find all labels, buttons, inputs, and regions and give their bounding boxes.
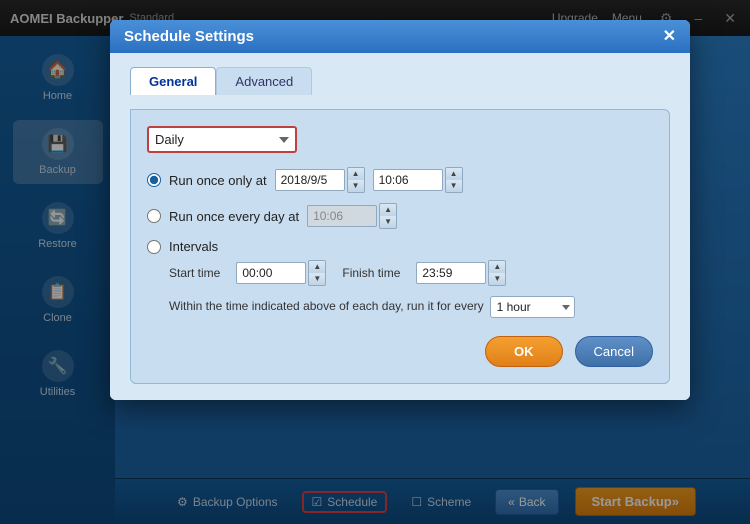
start-time-label: Start time xyxy=(169,266,220,280)
finish-time-up-button[interactable]: ▲ xyxy=(489,261,505,273)
dialog-tabs: General Advanced xyxy=(130,67,670,95)
tab-general[interactable]: General xyxy=(130,67,216,95)
dialog-footer: OK Cancel xyxy=(147,336,653,367)
start-time-up-button[interactable]: ▲ xyxy=(309,261,325,273)
time-up-button[interactable]: ▲ xyxy=(446,168,462,180)
intervals-radio[interactable] xyxy=(147,240,161,254)
run-once-radio[interactable] xyxy=(147,173,161,187)
dialog-title: Schedule Settings xyxy=(124,28,254,45)
start-time-spinner[interactable]: ▲ ▼ xyxy=(308,260,326,286)
app-background: AOMEI Backupper Standard Upgrade Menu ⚙ … xyxy=(0,0,750,524)
start-time-input[interactable] xyxy=(236,262,306,284)
intervals-row: Intervals Start time ▲ ▼ xyxy=(147,239,653,318)
start-time-group: ▲ ▼ xyxy=(236,260,326,286)
frequency-dropdown-row: Daily Weekly Monthly Once USB plug in Re… xyxy=(147,126,653,153)
intervals-section: Start time ▲ ▼ Finish time xyxy=(169,260,653,318)
daily-time-spinner: ▲ ▼ xyxy=(379,203,397,229)
finish-time-down-button[interactable]: ▼ xyxy=(489,273,505,285)
run-once-date-group: ▲ ▼ xyxy=(275,167,365,193)
start-time-down-button[interactable]: ▼ xyxy=(309,273,325,285)
finish-time-group: ▲ ▼ xyxy=(416,260,506,286)
schedule-radio-group: Run once only at ▲ ▼ ▲ xyxy=(147,167,653,318)
cancel-button[interactable]: Cancel xyxy=(575,336,653,367)
tab-advanced[interactable]: Advanced xyxy=(216,67,312,95)
date-spinner[interactable]: ▲ ▼ xyxy=(347,167,365,193)
finish-time-spinner[interactable]: ▲ ▼ xyxy=(488,260,506,286)
interval-select[interactable]: 30 minutes 1 hour 2 hours 3 hours 6 hour… xyxy=(490,296,575,318)
daily-time-down-button: ▼ xyxy=(380,216,396,228)
schedule-settings-dialog: Schedule Settings ✕ General Advanced Dai… xyxy=(110,20,690,400)
daily-time-up-button: ▲ xyxy=(380,204,396,216)
dialog-title-bar: Schedule Settings ✕ xyxy=(110,20,690,53)
ok-button[interactable]: OK xyxy=(485,336,563,367)
within-row: Within the time indicated above of each … xyxy=(169,296,653,318)
dialog-body: General Advanced Daily Weekly Monthly On… xyxy=(110,53,690,400)
run-once-row: Run once only at ▲ ▼ ▲ xyxy=(147,167,653,193)
frequency-select[interactable]: Daily Weekly Monthly Once USB plug in Re… xyxy=(147,126,297,153)
start-finish-row: Start time ▲ ▼ Finish time xyxy=(169,260,653,286)
time-down-button[interactable]: ▼ xyxy=(446,180,462,192)
run-once-date-input[interactable] xyxy=(275,169,345,191)
tab-general-label: General xyxy=(149,74,197,89)
dialog-close-button[interactable]: ✕ xyxy=(663,29,676,45)
run-daily-time-input xyxy=(307,205,377,227)
run-once-label: Run once only at xyxy=(169,173,267,188)
run-daily-label: Run once every day at xyxy=(169,209,299,224)
run-daily-time-group: ▲ ▼ xyxy=(307,203,397,229)
settings-panel: Daily Weekly Monthly Once USB plug in Re… xyxy=(130,109,670,384)
time-spinner[interactable]: ▲ ▼ xyxy=(445,167,463,193)
run-daily-radio[interactable] xyxy=(147,209,161,223)
date-up-button[interactable]: ▲ xyxy=(348,168,364,180)
intervals-radio-row: Intervals xyxy=(147,239,653,254)
tab-advanced-label: Advanced xyxy=(235,74,293,89)
run-daily-row: Run once every day at ▲ ▼ xyxy=(147,203,653,229)
run-once-time-input[interactable] xyxy=(373,169,443,191)
finish-time-input[interactable] xyxy=(416,262,486,284)
intervals-label: Intervals xyxy=(169,239,218,254)
finish-time-label: Finish time xyxy=(342,266,400,280)
date-down-button[interactable]: ▼ xyxy=(348,180,364,192)
run-once-time-group: ▲ ▼ xyxy=(373,167,463,193)
within-text: Within the time indicated above of each … xyxy=(169,297,484,316)
